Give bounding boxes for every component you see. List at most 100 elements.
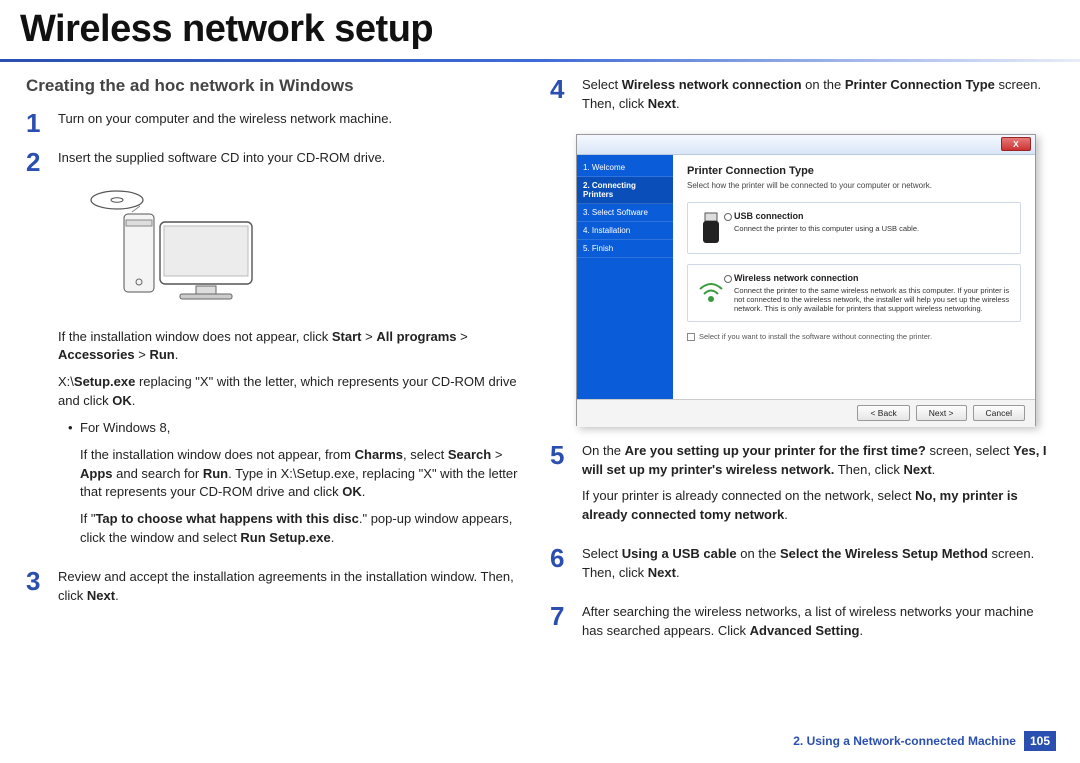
text: If " (80, 511, 95, 526)
step-number: 5 (550, 442, 568, 468)
wizard-step-connecting: 2. Connecting Printers (577, 177, 673, 204)
cancel-button[interactable]: Cancel (973, 405, 1025, 421)
step-2: 2 Insert the supplied software CD into y… (26, 149, 530, 556)
next-button[interactable]: Next > (916, 405, 967, 421)
wizard-step-select-software: 3. Select Software (577, 204, 673, 222)
wizard-heading: Printer Connection Type (687, 165, 1021, 177)
step-number: 3 (26, 568, 44, 594)
back-button[interactable]: < Back (857, 405, 909, 421)
text: Then, click (834, 462, 903, 477)
bold-text: Are you setting up your printer for the … (625, 443, 926, 458)
title-rule (0, 59, 1080, 62)
footer-chapter: 2. Using a Network-connected Machine (793, 734, 1016, 748)
step-6: 6 Select Using a USB cable on the Select… (550, 545, 1054, 591)
step-text: If your printer is already connected on … (582, 487, 1054, 525)
bold-text: Using a USB cable (622, 546, 737, 561)
option-desc: Connect the printer to the same wireless… (734, 286, 1010, 313)
step-3: 3 Review and accept the installation agr… (26, 568, 530, 614)
bold-text: Setup.exe (74, 374, 135, 389)
text: . (331, 530, 335, 545)
step-number: 6 (550, 545, 568, 571)
step-body: Review and accept the installation agree… (58, 568, 530, 614)
option-wireless-connection[interactable]: Wireless network connection Connect the … (687, 264, 1021, 322)
text: . (676, 565, 680, 580)
bold-text: Printer Connection Type (845, 77, 995, 92)
window-titlebar: X (577, 135, 1035, 155)
bold-text: Start (332, 329, 362, 344)
page-footer: 2. Using a Network-connected Machine 105 (793, 731, 1056, 751)
sub-bullet-para: If "Tap to choose what happens with this… (80, 510, 530, 548)
page-number: 105 (1024, 731, 1056, 751)
text: On the (582, 443, 625, 458)
install-without-connecting-checkbox[interactable]: Select if you want to install the softwa… (687, 332, 1021, 341)
bold-text: Run (203, 466, 228, 481)
bold-text: Wireless network connection (622, 77, 802, 92)
text: If the installation window does not appe… (58, 329, 332, 344)
text: Select (582, 546, 622, 561)
sub-bullet-label: For Windows 8, (68, 419, 530, 438)
window-footer: < Back Next > Cancel (577, 399, 1035, 427)
radio-icon (724, 213, 732, 221)
bold-text: Search (448, 447, 491, 462)
bold-text: Apps (80, 466, 113, 481)
bold-text: Next (903, 462, 931, 477)
text: on the (802, 77, 845, 92)
step-text: After searching the wireless networks, a… (582, 603, 1054, 641)
text: . (115, 588, 119, 603)
step-number: 2 (26, 149, 44, 175)
step-text: Review and accept the installation agree… (58, 568, 530, 606)
right-column: 4 Select Wireless network connection on … (550, 76, 1054, 660)
bold-text: Select the Wireless Setup Method (780, 546, 988, 561)
step-1: 1 Turn on your computer and the wireless… (26, 110, 530, 137)
step-4: 4 Select Wireless network connection on … (550, 76, 1054, 122)
text: X:\ (58, 374, 74, 389)
step-body: Select Using a USB cable on the Select t… (582, 545, 1054, 591)
text: . (932, 462, 936, 477)
option-title: USB connection (734, 211, 1010, 221)
wizard-step-welcome: 1. Welcome (577, 159, 673, 177)
checkbox-icon (687, 333, 695, 341)
step-text: Select Wireless network connection on th… (582, 76, 1054, 114)
text: . (132, 393, 136, 408)
content-columns: Creating the ad hoc network in Windows 1… (0, 76, 1080, 660)
wizard-main: Printer Connection Type Select how the p… (673, 155, 1035, 399)
text: . (175, 347, 179, 362)
checkbox-label: Select if you want to install the softwa… (699, 332, 932, 341)
option-desc: Connect the printer to this computer usi… (734, 224, 1010, 233)
text: Review and accept the installation agree… (58, 569, 514, 603)
option-usb-connection[interactable]: USB connection Connect the printer to th… (687, 202, 1021, 254)
text: > (457, 329, 468, 344)
section-heading: Creating the ad hoc network in Windows (26, 76, 530, 96)
wizard-step-finish: 5. Finish (577, 240, 673, 258)
step-number: 4 (550, 76, 568, 102)
text: . (676, 96, 680, 111)
bold-text: All programs (376, 329, 456, 344)
text: and search for (113, 466, 203, 481)
bold-text: Tap to choose what happens with this dis… (95, 511, 358, 526)
bold-text: Charms (355, 447, 403, 462)
text: . (784, 507, 788, 522)
step-text: On the Are you setting up your printer f… (582, 442, 1054, 480)
step-5: 5 On the Are you setting up your printer… (550, 442, 1054, 533)
cd-computer-illustration-icon (72, 182, 262, 312)
bold-text: Next (648, 96, 676, 111)
text: If your printer is already connected on … (582, 488, 915, 503)
step-para: If the installation window does not appe… (58, 328, 530, 366)
step-body: Select Wireless network connection on th… (582, 76, 1054, 122)
step-text: Turn on your computer and the wireless n… (58, 110, 530, 129)
wizard-sidebar: 1. Welcome 2. Connecting Printers 3. Sel… (577, 155, 673, 399)
bold-text: Next (87, 588, 115, 603)
page-title: Wireless network setup (0, 0, 1080, 59)
radio-icon (724, 275, 732, 283)
close-icon[interactable]: X (1001, 137, 1031, 151)
text: > (135, 347, 150, 362)
left-column: Creating the ad hoc network in Windows 1… (26, 76, 530, 660)
step-body: Insert the supplied software CD into you… (58, 149, 530, 556)
wifi-icon (696, 273, 726, 309)
text: If the installation window does not appe… (80, 447, 355, 462)
text: > (491, 447, 502, 462)
text: . (362, 484, 366, 499)
step-number: 7 (550, 603, 568, 629)
step-body: After searching the wireless networks, a… (582, 603, 1054, 649)
usb-icon (696, 211, 726, 247)
